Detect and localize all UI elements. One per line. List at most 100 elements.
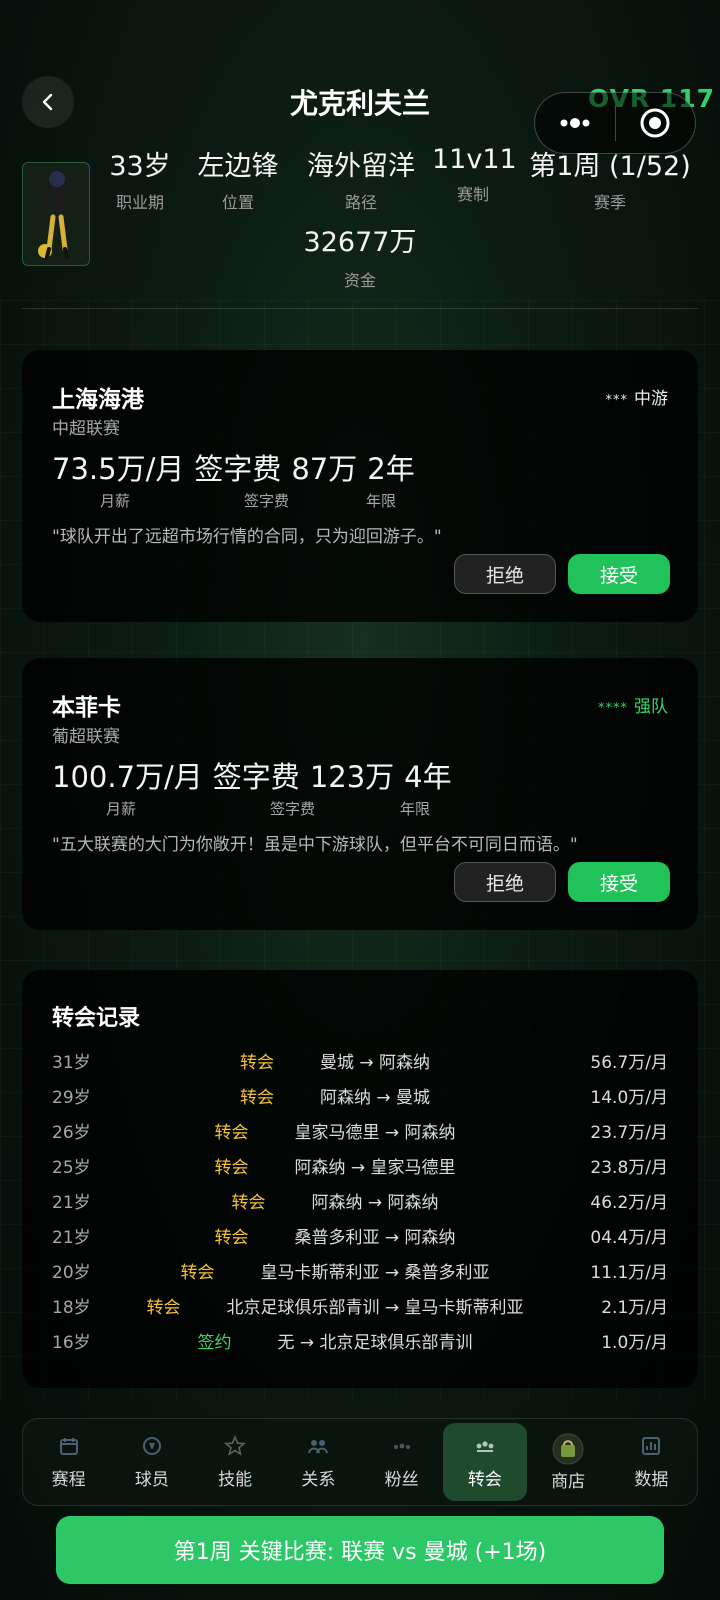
- nav-label: 球员: [134, 1469, 169, 1490]
- nav-label: 技能: [218, 1469, 253, 1490]
- row-salary: 23.7万/月: [590, 1123, 668, 1143]
- row-age: 16岁: [52, 1333, 91, 1353]
- row-kind: 转会: [231, 1193, 266, 1213]
- badge-icon: [142, 1436, 161, 1455]
- row-route: 阿森纳 → 曼城: [319, 1088, 431, 1108]
- people-icon: [308, 1439, 329, 1453]
- row-kind: 转会: [239, 1088, 274, 1108]
- nav-item-skills[interactable]: 技能: [194, 1423, 277, 1501]
- fee-prefix: 签字费: [212, 760, 300, 794]
- fee-value: 87万: [291, 452, 358, 486]
- row-age: 31岁: [52, 1053, 91, 1073]
- row-transfer: 转会 皇家马德里 → 阿森纳: [102, 1118, 568, 1143]
- table-row: 21岁 转会 阿森纳 → 阿森纳 46.2万/月: [52, 1182, 668, 1216]
- club-name: 本菲卡: [52, 695, 121, 721]
- nav-item-player[interactable]: 球员: [110, 1423, 193, 1501]
- row-kind: 签约: [197, 1333, 232, 1353]
- accept-button[interactable]: 接受: [568, 554, 670, 594]
- row-route: 曼城 → 阿森纳: [319, 1053, 431, 1073]
- row-age: 25岁: [52, 1158, 91, 1178]
- row-age: 29岁: [52, 1088, 91, 1108]
- row-age: 21岁: [52, 1193, 91, 1213]
- row-salary: 04.4万/月: [590, 1228, 668, 1248]
- stat-format: 11v11 赛制: [432, 144, 517, 204]
- row-transfer: 转会 阿森纳 → 阿森纳: [102, 1188, 568, 1213]
- offer-quote: "五大联赛的大门为你敞开！虽是中下游球队，但平台不可同日而语。": [52, 835, 578, 855]
- transfer-icon: [476, 1440, 494, 1452]
- offer-card: 本菲卡 葡超联赛 **** 强队 100.7万/月 签字费 123万 4年 月薪 签字费…: [22, 658, 698, 930]
- chart-icon: [642, 1436, 661, 1455]
- stat-position: 左边锋 位置: [197, 151, 279, 212]
- offer-quote: "球队开出了远超市场行情的合同，只为迎回游子。": [52, 527, 442, 547]
- row-route: 皇马卡斯蒂利亚 → 桑普多利亚: [260, 1263, 490, 1283]
- target-close-icon: [640, 108, 670, 138]
- wage-label: 月薪: [106, 800, 137, 818]
- nav-item-schedule[interactable]: 赛程: [27, 1423, 110, 1501]
- league-name: 葡超联赛: [52, 727, 120, 747]
- fans-icon: [393, 1443, 410, 1449]
- nav-item-fans[interactable]: 粉丝: [360, 1423, 443, 1501]
- nav-item-transfer[interactable]: 转会: [443, 1423, 527, 1501]
- tier-label: 中游: [634, 389, 668, 409]
- row-route: 北京足球俱乐部青训 → 皇马卡斯蒂利亚: [226, 1298, 524, 1318]
- row-age: 18岁: [52, 1298, 91, 1318]
- table-row: 31岁 转会 曼城 → 阿森纳 56.7万/月: [52, 1042, 668, 1076]
- row-transfer: 转会 阿森纳 → 曼城: [102, 1083, 568, 1108]
- row-age: 21岁: [52, 1228, 91, 1248]
- row-transfer: 转会 阿森纳 → 皇家马德里: [102, 1153, 568, 1178]
- table-row: 26岁 转会 皇家马德里 → 阿森纳 23.7万/月: [52, 1112, 668, 1146]
- nav-item-shop[interactable]: 商店: [527, 1423, 610, 1501]
- offer-card: 上海海港 中超联赛 *** 中游 73.5万/月 签字费 87万 2年 月薪 签字费 年…: [22, 350, 698, 622]
- league-name: 中超联赛: [52, 419, 120, 439]
- nav-item-data[interactable]: 数据: [610, 1423, 693, 1501]
- transfer-history-card: 转会记录 31岁 转会 曼城 → 阿森纳 56.7万/月 29岁 转会 阿森纳 → 曼城 14…: [22, 970, 698, 1388]
- reject-button[interactable]: 拒绝: [454, 862, 556, 902]
- contract-terms: 73.5万/月 签字费 87万 2年: [52, 446, 425, 488]
- nav-label: 粉丝: [384, 1469, 419, 1490]
- wage-label: 月薪: [100, 492, 131, 510]
- row-kind: 转会: [214, 1158, 249, 1178]
- next-match-button[interactable]: 第1周 关键比赛: 联赛 vs 曼城 (+1场): [56, 1516, 664, 1584]
- accept-button[interactable]: 接受: [568, 862, 670, 902]
- years-value: 2年: [367, 452, 415, 486]
- more-dots-icon: [560, 118, 590, 128]
- row-salary: 2.1万/月: [601, 1298, 668, 1318]
- nav-label: 赛程: [51, 1469, 86, 1490]
- row-salary: 14.0万/月: [590, 1088, 668, 1108]
- table-row: 29岁 转会 阿森纳 → 曼城 14.0万/月: [52, 1077, 668, 1111]
- table-row: 16岁 签约 无 → 北京足球俱乐部青训 1.0万/月: [52, 1322, 668, 1356]
- row-route: 皇家马德里 → 阿森纳: [294, 1123, 456, 1143]
- table-row: 21岁 转会 桑普多利亚 → 阿森纳 04.4万/月: [52, 1217, 668, 1251]
- row-kind: 转会: [239, 1053, 274, 1073]
- row-transfer: 签约 无 → 北京足球俱乐部青训: [102, 1328, 568, 1353]
- years-label: 年限: [366, 492, 397, 510]
- table-row: 25岁 转会 阿森纳 → 皇家马德里 23.8万/月: [52, 1147, 668, 1181]
- row-salary: 46.2万/月: [590, 1193, 668, 1213]
- row-transfer: 转会 皇马卡斯蒂利亚 → 桑普多利亚: [102, 1258, 568, 1283]
- table-row: 18岁 转会 北京足球俱乐部青训 → 皇马卡斯蒂利亚 2.1万/月: [52, 1287, 668, 1321]
- row-route: 桑普多利亚 → 阿森纳: [294, 1228, 456, 1248]
- years-label: 年限: [400, 800, 431, 818]
- nav-label: 关系: [301, 1469, 336, 1490]
- row-salary: 23.8万/月: [590, 1158, 668, 1178]
- fee-value: 123万: [309, 760, 395, 794]
- row-kind: 转会: [180, 1263, 215, 1283]
- tier-stars: ****: [598, 701, 628, 716]
- calendar-icon: [59, 1437, 78, 1455]
- years-value: 4年: [404, 760, 452, 794]
- funds: 32677万 资金: [303, 227, 417, 290]
- star-icon: [224, 1434, 247, 1456]
- bottom-nav: 赛程 球员 技能 关系 粉丝 转会 商店 数据: [22, 1418, 698, 1506]
- nav-label: 商店: [551, 1471, 586, 1492]
- row-route: 阿森纳 → 皇家马德里: [294, 1158, 456, 1178]
- table-row: 20岁 转会 皇马卡斯蒂利亚 → 桑普多利亚 11.1万/月: [52, 1252, 668, 1286]
- nav-item-relations[interactable]: 关系: [277, 1423, 360, 1501]
- contract-terms: 100.7万/月 签字费 123万 4年: [52, 754, 462, 796]
- reject-button[interactable]: 拒绝: [454, 554, 556, 594]
- fee-prefix: 签字费: [194, 452, 282, 486]
- row-age: 26岁: [52, 1123, 91, 1143]
- row-kind: 转会: [146, 1298, 181, 1318]
- header-divider: [22, 308, 698, 309]
- nav-label: 转会: [467, 1469, 502, 1490]
- tier-label: 强队: [634, 697, 668, 717]
